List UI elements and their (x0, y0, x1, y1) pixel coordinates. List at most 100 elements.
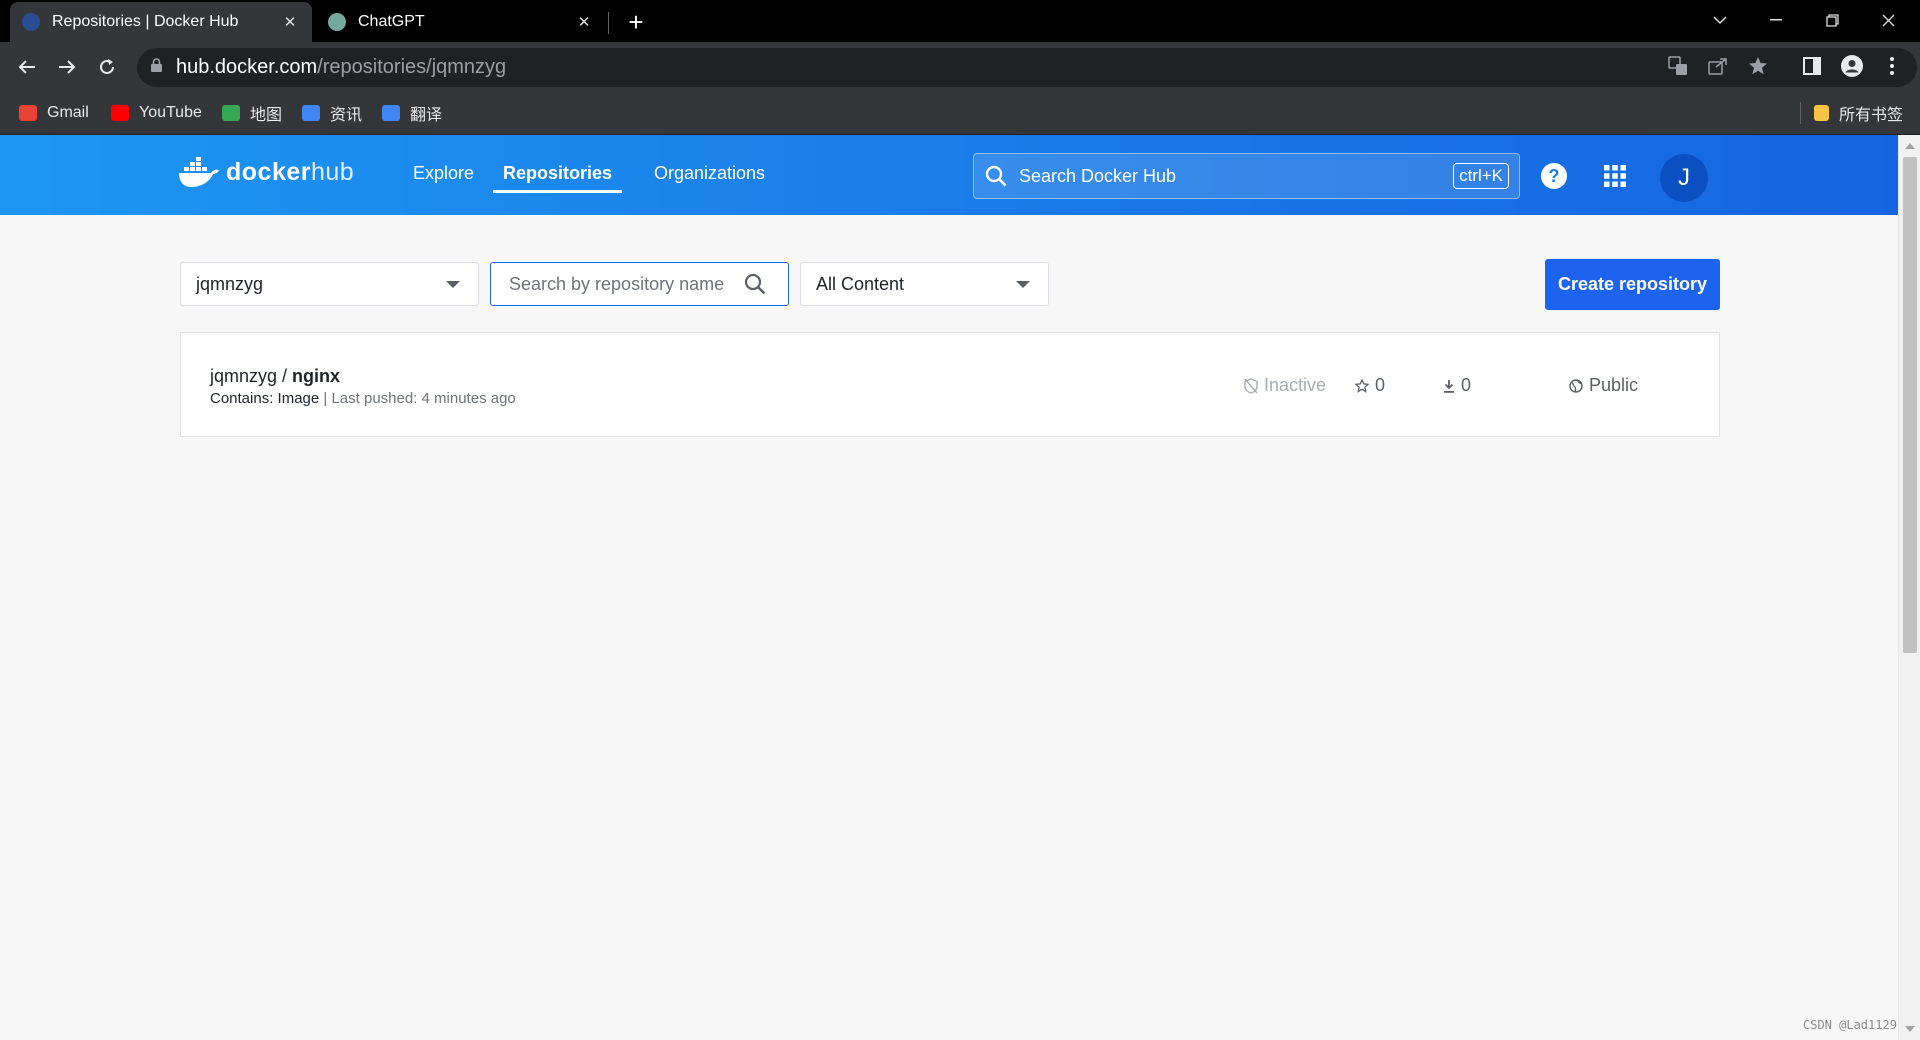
repository-visibility: Public (1569, 375, 1638, 396)
namespace-value: jqmnzyg (196, 273, 264, 294)
bookmark-label: 所有书签 (1839, 107, 1904, 124)
chevron-down-icon (446, 280, 460, 288)
chatgpt-favicon-icon (328, 13, 346, 31)
reload-icon[interactable] (91, 51, 123, 83)
side-panel-icon[interactable] (1799, 53, 1825, 79)
tab-chatgpt[interactable]: ChatGPT ✕ (316, 2, 606, 42)
repository-stars: 0 (1355, 375, 1385, 396)
meta-separator: | (319, 390, 332, 407)
repository-namespace: jqmnzyg (210, 366, 278, 386)
all-bookmarks-folder[interactable]: 所有书签 (1814, 101, 1903, 125)
repository-title[interactable]: jqmnzyg / nginx (210, 366, 340, 387)
repository-separator: / (277, 366, 293, 386)
forward-arrow-icon[interactable] (51, 51, 83, 83)
address-bar[interactable]: hub.docker.com/repositories/jqmnzyg (137, 48, 1917, 87)
page-scrollbar[interactable] (1898, 135, 1920, 1040)
repository-row[interactable]: jqmnzyg / nginx Contains: Image | Last p… (180, 332, 1720, 437)
watermark-text: CSDN @Lad1129 (1803, 1018, 1897, 1032)
url-text: hub.docker.com/repositories/jqmnzyg (176, 56, 506, 79)
create-repository-button[interactable]: Create repository (1545, 259, 1720, 310)
maps-icon (222, 105, 240, 121)
browser-tab-bar: Repositories | Docker Hub ✕ ChatGPT ✕ + (0, 0, 1920, 42)
bookmark-news[interactable]: 资讯 (302, 101, 362, 125)
tab-title: ChatGPT (358, 13, 425, 30)
nav-repositories[interactable]: Repositories (493, 163, 623, 193)
chevron-down-icon (1016, 280, 1030, 288)
window-close-icon[interactable] (1860, 0, 1916, 40)
tab-divider (608, 12, 609, 34)
nav-explore[interactable]: Explore (413, 163, 474, 184)
gmail-icon (19, 105, 37, 121)
bookmark-gmail[interactable]: Gmail (19, 101, 89, 125)
status-label: Inactive (1264, 375, 1327, 395)
repository-search-input[interactable] (509, 273, 744, 295)
bookmark-star-icon[interactable] (1745, 53, 1771, 79)
nav-organizations[interactable]: Organizations (654, 163, 765, 184)
url-host: hub.docker.com (176, 56, 318, 78)
search-icon (985, 165, 1007, 187)
brand-docker: docker (226, 157, 311, 186)
bookmark-maps[interactable]: 地图 (222, 101, 282, 125)
bookmark-label: Gmail (47, 104, 89, 121)
close-icon[interactable]: ✕ (280, 12, 300, 32)
globe-icon (1569, 378, 1583, 393)
dockerhub-logo[interactable]: dockerhub (178, 157, 354, 187)
translate-page-icon[interactable] (1665, 53, 1691, 79)
repository-contains: Contains: Image (210, 390, 320, 407)
visibility-label: Public (1589, 375, 1639, 395)
repository-search-field[interactable] (490, 262, 789, 306)
docker-favicon-icon (22, 13, 40, 31)
tab-title: Repositories | Docker Hub (52, 13, 239, 30)
youtube-icon (111, 105, 129, 121)
share-icon[interactable] (1705, 53, 1731, 79)
content-type-select[interactable]: All Content (800, 262, 1049, 306)
search-placeholder: Search Docker Hub (1019, 165, 1177, 186)
translate-icon (382, 105, 400, 121)
browser-toolbar: hub.docker.com/repositories/jqmnzyg (0, 42, 1920, 92)
repository-last-pushed: Last pushed: 4 minutes ago (331, 390, 516, 407)
namespace-select[interactable]: jqmnzyg (180, 262, 479, 306)
repository-pulls: 0 (1443, 375, 1471, 396)
scrollbar-thumb[interactable] (1903, 157, 1917, 653)
help-icon[interactable]: ? (1541, 163, 1567, 189)
content-type-value: All Content (816, 273, 905, 294)
apps-grid-icon[interactable] (1604, 165, 1626, 187)
news-icon (302, 105, 320, 121)
download-icon (1444, 379, 1454, 393)
star-count: 0 (1375, 375, 1386, 395)
bookmark-label: 翻译 (410, 107, 443, 124)
url-path: /repositories/jqmnzyg (317, 56, 507, 78)
scroll-down-icon[interactable] (1905, 1026, 1915, 1032)
repository-name: nginx (292, 366, 341, 386)
shield-off-icon (1244, 377, 1258, 394)
bookmark-translate[interactable]: 翻译 (382, 101, 442, 125)
restore-icon[interactable] (1804, 0, 1860, 40)
minimize-icon[interactable] (1748, 0, 1804, 40)
bookmarks-bar: Gmail YouTube 地图 资讯 翻译 所有书签 (0, 92, 1920, 135)
repository-status: Inactive (1244, 375, 1326, 396)
new-tab-button[interactable]: + (622, 7, 650, 37)
search-shortcut-badge: ctrl+K (1453, 163, 1509, 189)
tab-docker-hub[interactable]: Repositories | Docker Hub ✕ (10, 2, 312, 42)
bookmarks-divider (1800, 102, 1801, 124)
bookmark-label: 地图 (250, 107, 283, 124)
bookmark-label: 资讯 (330, 107, 363, 124)
dockerhub-header: dockerhub Explore Repositories Organizat… (0, 135, 1898, 215)
more-menu-icon[interactable] (1879, 53, 1905, 79)
back-arrow-icon[interactable] (11, 51, 43, 83)
star-icon (1355, 378, 1369, 393)
user-avatar[interactable]: J (1660, 154, 1708, 202)
repository-meta: Contains: Image | Last pushed: 4 minutes… (210, 390, 516, 407)
dockerhub-search-input[interactable]: Search Docker Hub ctrl+K (973, 153, 1520, 199)
docker-whale-icon (179, 157, 219, 187)
search-icon (744, 273, 766, 295)
tab-search-icon[interactable] (1692, 0, 1748, 40)
lock-icon[interactable] (151, 58, 162, 77)
bookmark-label: YouTube (139, 104, 202, 121)
close-icon[interactable]: ✕ (574, 12, 594, 32)
scroll-up-icon[interactable] (1905, 143, 1915, 149)
profile-icon[interactable] (1839, 53, 1865, 79)
brand-hub: hub (310, 157, 355, 186)
bookmark-youtube[interactable]: YouTube (111, 101, 202, 125)
svg-text:?: ? (1549, 166, 1560, 186)
